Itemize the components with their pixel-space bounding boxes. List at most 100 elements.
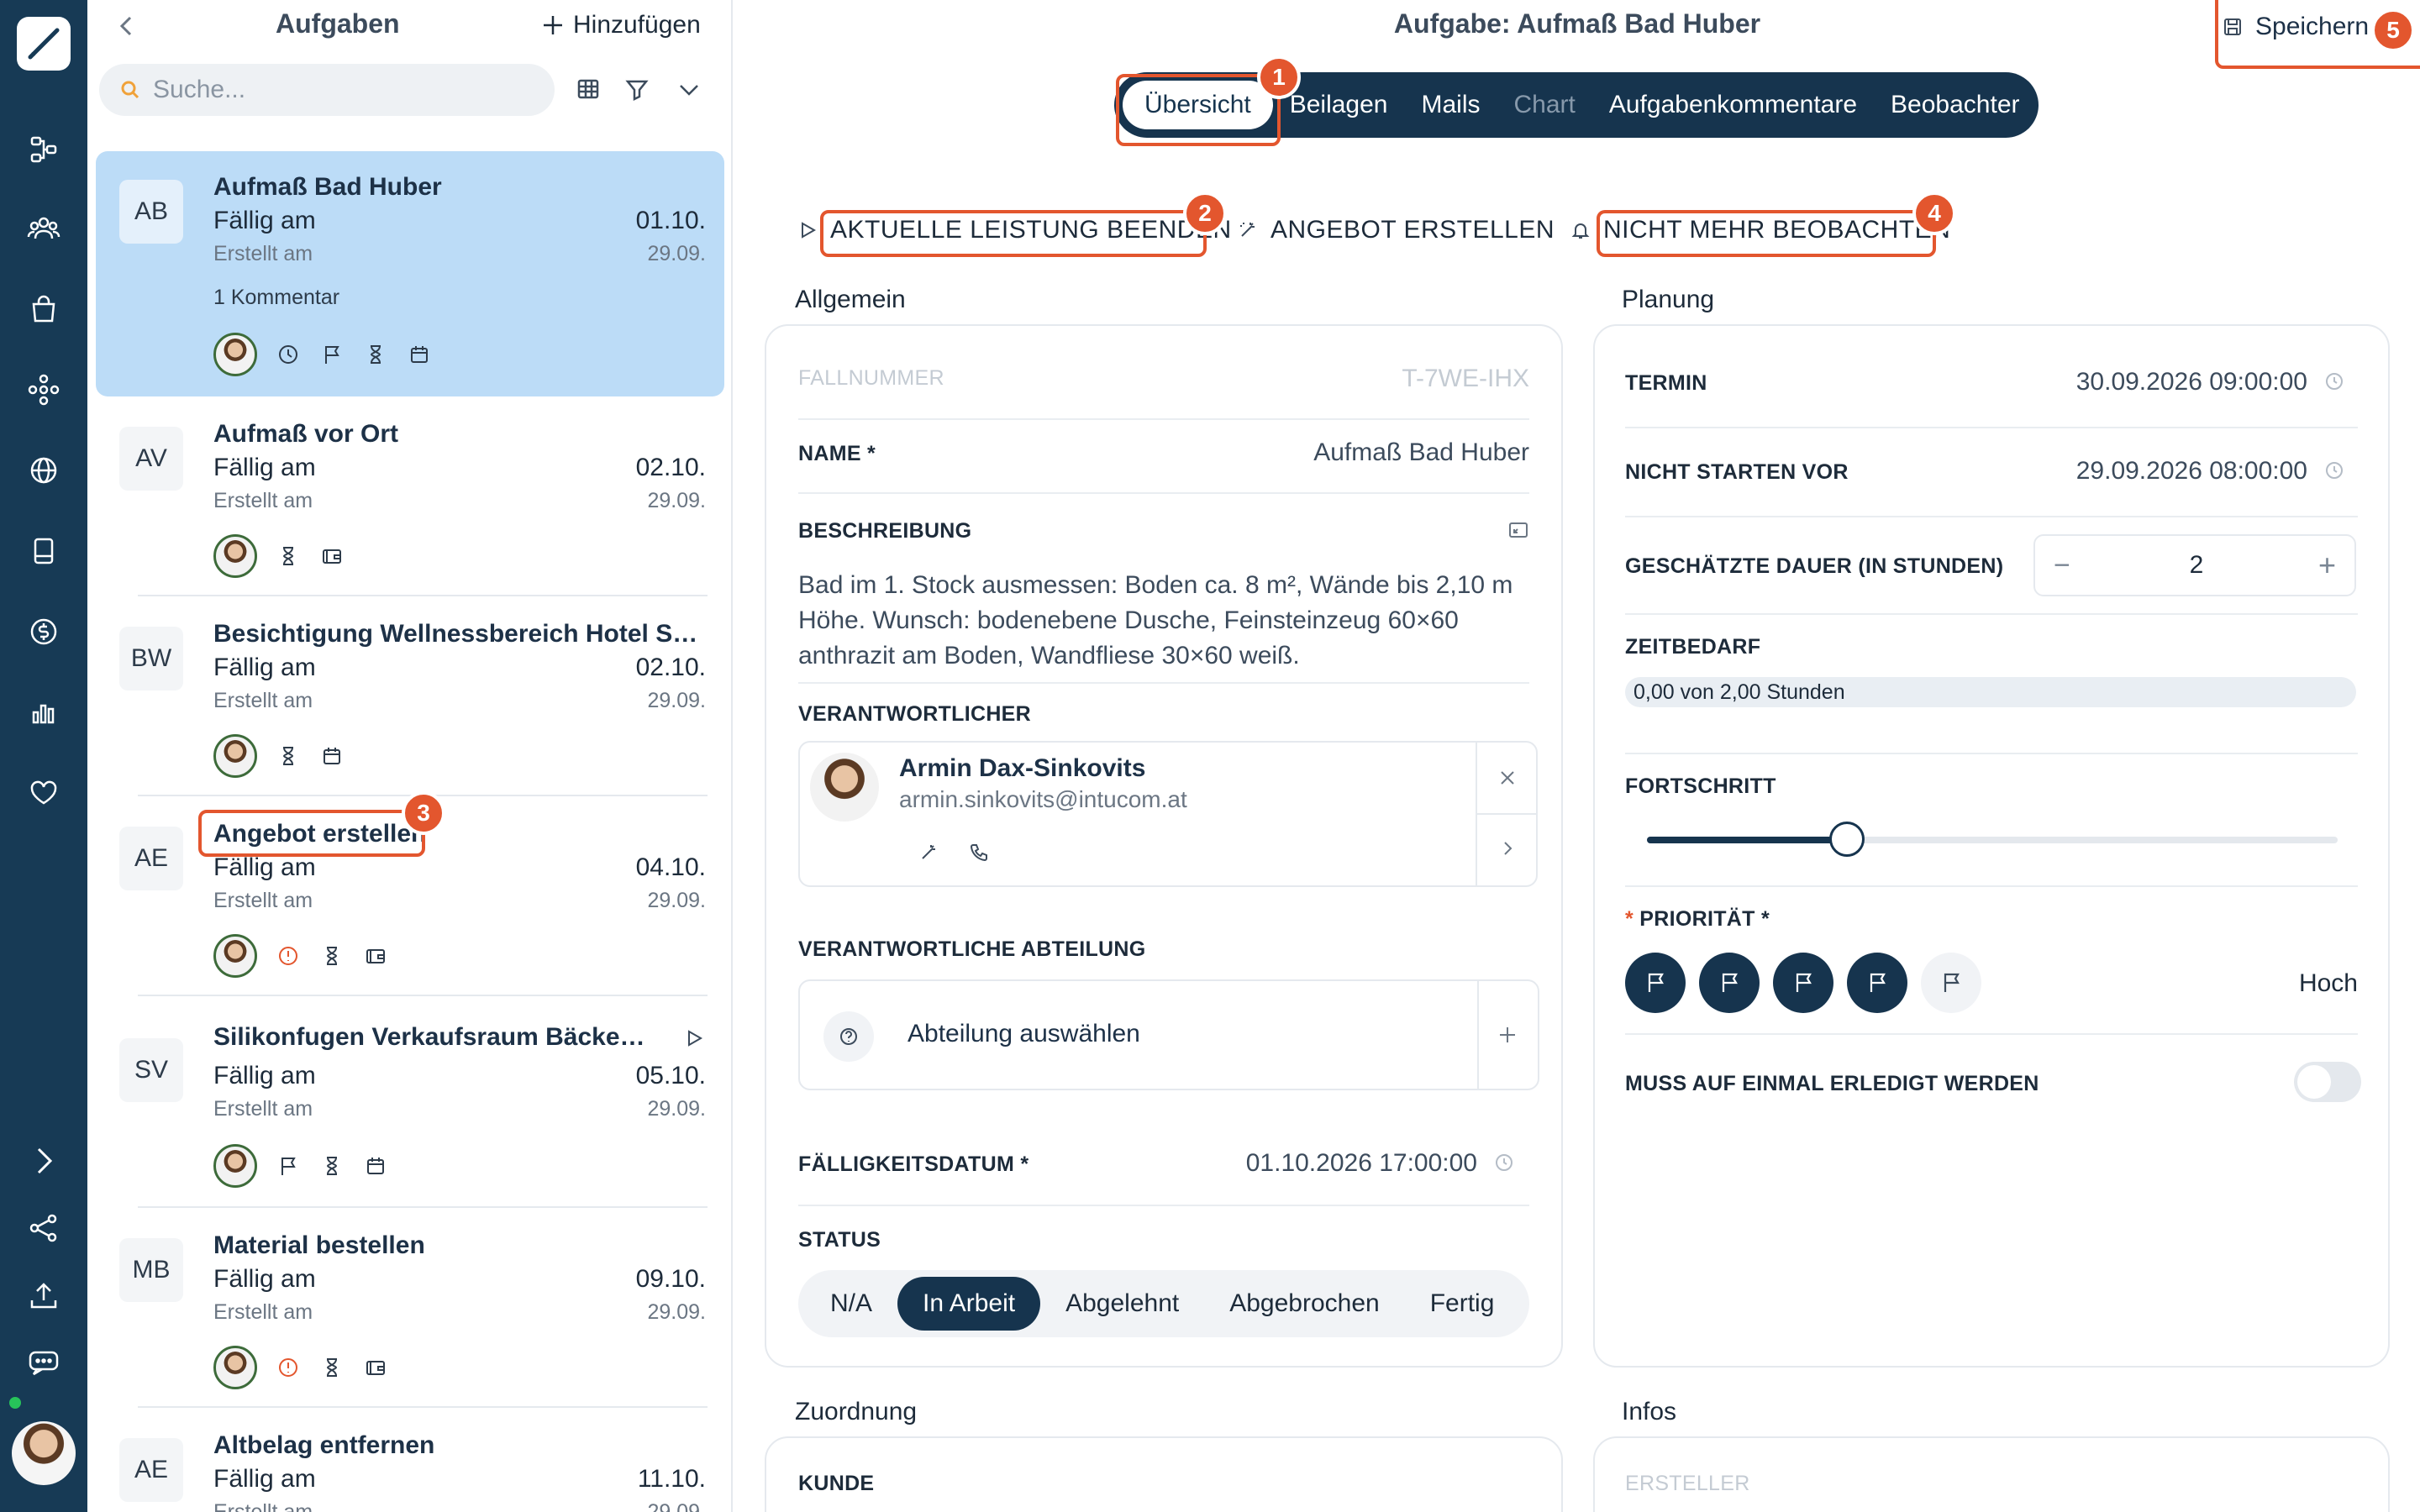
description-value[interactable]: Bad im 1. Stock ausmessen: Boden ca. 8 m…	[798, 568, 1538, 674]
callout-badge-2: 2	[1183, 192, 1227, 235]
progress-handle[interactable]	[1829, 822, 1865, 857]
status-option-na[interactable]: N/A	[805, 1277, 897, 1331]
department-select[interactable]: Abteilung auswählen	[798, 979, 1539, 1090]
priority-flag-4[interactable]	[1847, 953, 1907, 1013]
status-option-cancelled[interactable]: Abgebrochen	[1204, 1277, 1404, 1331]
task-created-date: 29.09.	[647, 889, 706, 912]
task-created-date: 29.09.	[647, 689, 706, 712]
play-icon[interactable]	[682, 1026, 706, 1050]
unwatch-button[interactable]: NICHT MEHR BEOBACHTEN	[1570, 213, 1950, 247]
wallet-icon	[366, 1361, 385, 1375]
status-option-done[interactable]: Fertig	[1405, 1277, 1520, 1331]
save-button[interactable]: Speichern	[2222, 8, 2369, 45]
priority-flag-2[interactable]	[1699, 953, 1760, 1013]
status-option-in-progress[interactable]: In Arbeit	[897, 1277, 1041, 1331]
dollar-icon[interactable]	[25, 613, 62, 650]
document-icon[interactable]	[25, 533, 62, 570]
chevron-down-icon[interactable]	[674, 74, 704, 104]
task-item[interactable]: AE Altbelag entfernen Fällig am 11.10. E…	[96, 1410, 724, 1512]
team-icon[interactable]	[25, 210, 62, 247]
add-task-button[interactable]: Hinzufügen	[541, 8, 701, 42]
magic-wand-icon[interactable]	[918, 842, 939, 864]
name-label: NAME *	[798, 442, 876, 465]
responsible-email[interactable]: armin.sinkovits@intucom.at	[899, 786, 1187, 813]
share-icon[interactable]	[25, 1210, 62, 1247]
task-item[interactable]: AB Aufmaß Bad Huber Fällig am 01.10. Ers…	[96, 151, 724, 396]
task-meta-icons	[213, 1346, 388, 1389]
tab-mails[interactable]: Mails	[1404, 81, 1497, 129]
bar-chart-icon[interactable]	[25, 694, 62, 731]
duration-label: GESCHÄTZTE DAUER (IN STUNDEN)	[1625, 554, 2004, 578]
progress-label: FORTSCHRITT	[1625, 774, 1776, 798]
tab-overview[interactable]: Übersicht	[1123, 81, 1273, 129]
task-created-date: 29.09.	[647, 1500, 706, 1512]
divider	[138, 995, 708, 996]
divider	[1477, 981, 1479, 1089]
upload-icon[interactable]	[25, 1277, 62, 1314]
back-arrow-icon[interactable]	[113, 12, 141, 40]
time-requirement-label: ZEITBEDARF	[1625, 635, 1761, 659]
task-item[interactable]: SV Silikonfugen Verkaufsraum Bäckerei Fä…	[96, 998, 724, 1208]
tab-task-comments[interactable]: Aufgabenkommentare	[1592, 81, 1874, 129]
task-due-label: Fällig am	[213, 654, 316, 681]
hourglass-icon	[326, 947, 338, 965]
not-before-value[interactable]: 29.09.2026 08:00:00	[2076, 457, 2307, 486]
plus-icon[interactable]	[1496, 1023, 1519, 1047]
network-icon[interactable]	[25, 371, 62, 408]
responsible-name: Armin Dax-Sinkovits	[899, 754, 1146, 782]
task-due-label: Fällig am	[213, 1062, 316, 1089]
due-date-value[interactable]: 01.10.2026 17:00:00	[1246, 1149, 1477, 1178]
duration-value[interactable]: 2	[2035, 551, 2358, 580]
create-offer-button[interactable]: ANGEBOT ERSTELLEN	[1237, 213, 1555, 247]
search-input[interactable]	[153, 76, 523, 104]
bell-icon	[1571, 223, 1590, 239]
increment-button[interactable]: +	[2318, 548, 2336, 583]
name-value[interactable]: Aufmaß Bad Huber	[1313, 438, 1529, 467]
assignee-avatar	[213, 1144, 257, 1188]
workflow-icon[interactable]	[25, 131, 62, 168]
expand-chevron-icon[interactable]	[25, 1142, 62, 1179]
termin-label: TERMIN	[1625, 371, 1707, 395]
tab-chart[interactable]: Chart	[1497, 81, 1592, 129]
task-item[interactable]: MB Material bestellen Fällig am 09.10. E…	[96, 1210, 724, 1408]
priority-flag-5[interactable]	[1921, 953, 1981, 1013]
tab-watchers[interactable]: Beobachter	[1874, 81, 2036, 129]
user-avatar[interactable]	[12, 1421, 76, 1485]
task-meta-icons	[213, 1144, 388, 1188]
task-item[interactable]: BW Besichtigung Wellnessbereich Hotel Se…	[96, 598, 724, 796]
priority-flag-1[interactable]	[1625, 953, 1686, 1013]
infos-card: ERSTELLER	[1593, 1436, 2390, 1512]
task-item[interactable]: AV Aufmaß vor Ort Fällig am 02.10. Erste…	[96, 398, 724, 596]
globe-icon[interactable]	[25, 452, 62, 489]
termin-value[interactable]: 30.09.2026 09:00:00	[2076, 368, 2307, 396]
phone-icon[interactable]	[968, 842, 990, 864]
task-initials: SV	[119, 1038, 183, 1102]
expand-editor-icon[interactable]	[1507, 519, 1529, 541]
task-list-title: Aufgaben	[276, 8, 400, 39]
one-shot-toggle[interactable]	[2294, 1062, 2361, 1102]
shopping-bag-icon[interactable]	[25, 291, 62, 328]
close-icon[interactable]	[1496, 766, 1519, 790]
clock-icon[interactable]	[1494, 1152, 1514, 1173]
task-comment-count: 1 Kommentar	[213, 286, 340, 309]
clock-icon[interactable]	[2324, 460, 2344, 480]
status-selector: N/A In Arbeit Abgelehnt Abgebrochen Fert…	[798, 1270, 1529, 1337]
status-option-rejected[interactable]: Abgelehnt	[1040, 1277, 1204, 1331]
task-title: Material bestellen	[213, 1231, 425, 1259]
section-assignment-title: Zuordnung	[795, 1398, 918, 1425]
heart-icon[interactable]	[25, 774, 62, 811]
task-due-date: 02.10.	[635, 654, 706, 681]
task-initials: BW	[119, 627, 183, 690]
task-created-label: Erstellt am	[213, 489, 313, 512]
priority-flag-3[interactable]	[1773, 953, 1833, 1013]
time-requirement-value: 0,00 von 2,00 Stunden	[1634, 680, 1845, 704]
filter-icon[interactable]	[622, 74, 652, 104]
progress-slider[interactable]	[1647, 822, 2338, 857]
clock-icon[interactable]	[2324, 371, 2344, 391]
app-logo[interactable]	[17, 17, 71, 71]
table-view-icon[interactable]	[573, 74, 603, 104]
end-service-button[interactable]: AKTUELLE LEISTUNG BEENDEN	[797, 213, 1232, 247]
chevron-right-icon[interactable]	[1496, 837, 1519, 860]
chat-icon[interactable]	[25, 1344, 62, 1381]
task-created-label: Erstellt am	[213, 1097, 313, 1121]
